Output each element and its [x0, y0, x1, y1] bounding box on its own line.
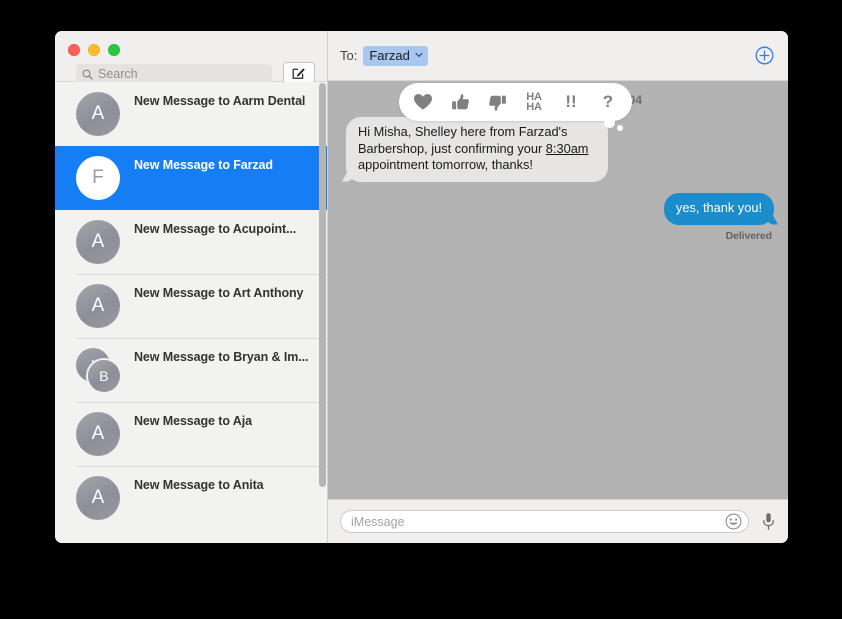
sidebar-toolbar: Search [55, 31, 327, 88]
avatar-initial: A [76, 92, 120, 136]
conversation-row-art-anthony[interactable]: A New Message to Art Anthony [55, 274, 327, 338]
conversation-title: New Message to Aarm Dental [134, 94, 306, 108]
close-window-button[interactable] [68, 44, 80, 56]
avatar-initial: F [76, 156, 120, 200]
conversation-pane: To: Farzad 104 Hi Misha, Shelley here fr… [328, 31, 788, 543]
tapback-picker[interactable]: HA HA !! ? [399, 83, 632, 121]
imessage-input[interactable]: iMessage [340, 510, 749, 533]
conversation-title: New Message to Farzad [134, 158, 273, 172]
tapback-exclamation-icon[interactable]: !! [560, 89, 582, 115]
messages-window: Search A New Message to Aarm Dental F Ne… [55, 31, 788, 543]
message-text-part-1: Hi Misha, Shelley here from Farzad's Bar… [358, 124, 568, 156]
conversation-text: New Message to Aarm Dental [134, 94, 327, 108]
message-row-sent: yes, thank you! Delivered [663, 193, 774, 242]
sidebar-scrollbar-thumb[interactable] [319, 83, 326, 487]
conversation-row-aarm-dental[interactable]: A New Message to Aarm Dental [55, 82, 327, 146]
tapback-exclamation-glyph: !! [565, 92, 577, 111]
avatar-initial: A [76, 284, 120, 328]
conversation-text: New Message to Aja [134, 414, 327, 428]
delivery-status: Delivered [725, 229, 772, 242]
avatar-initial: A [76, 220, 120, 264]
avatar: A [76, 92, 120, 136]
conversation-row-aja[interactable]: A New Message to Aja [55, 402, 327, 466]
conversation-row-anita[interactable]: A New Message to Anita [55, 466, 327, 530]
conversation-row-bryan-group[interactable]: I B New Message to Bryan & Im... [55, 338, 327, 402]
to-label: To: [340, 48, 358, 63]
messages-area: 104 Hi Misha, Shelley here from Farzad's… [328, 81, 788, 499]
search-icon [82, 69, 93, 80]
window-controls [68, 44, 120, 56]
plus-circle-icon[interactable] [755, 46, 774, 65]
tapback-question-icon[interactable]: ? [597, 89, 619, 115]
microphone-icon[interactable] [761, 512, 776, 531]
conversation-text: New Message to Anita [134, 478, 327, 492]
tapback-haha-icon[interactable]: HA HA [523, 89, 545, 115]
avatar-initial: A [76, 476, 120, 520]
search-placeholder: Search [98, 67, 138, 82]
conversation-text: New Message to Acupoint... [134, 222, 327, 236]
conversation-text: New Message to Art Anthony [134, 286, 327, 300]
minimize-window-button[interactable] [88, 44, 100, 56]
message-bubble-received[interactable]: Hi Misha, Shelley here from Farzad's Bar… [346, 117, 608, 182]
conversation-title: New Message to Bryan & Im... [134, 350, 309, 364]
message-time-link[interactable]: 8:30am [546, 141, 589, 156]
tapback-heart-icon[interactable] [412, 89, 434, 115]
sidebar: Search A New Message to Aarm Dental F Ne… [55, 31, 328, 543]
message-row-received: Hi Misha, Shelley here from Farzad's Bar… [346, 117, 608, 182]
zoom-window-button[interactable] [108, 44, 120, 56]
smiley-icon[interactable] [725, 513, 742, 530]
tapback-question-glyph: ? [602, 92, 614, 111]
conversation-text: New Message to Farzad [134, 158, 327, 172]
group-avatar: I B [76, 348, 120, 392]
message-bubble-sent[interactable]: yes, thank you! [663, 193, 774, 225]
sidebar-scrollbar[interactable] [318, 81, 327, 543]
conversation-row-acupoint[interactable]: A New Message to Acupoint... [55, 210, 327, 274]
conversation-title: New Message to Acupoint... [134, 222, 297, 236]
avatar: F [76, 156, 120, 200]
avatar-initial: B [88, 360, 120, 392]
conversation-title: New Message to Art Anthony [134, 286, 304, 300]
avatar: A [76, 412, 120, 456]
imessage-placeholder: iMessage [351, 514, 405, 529]
conversation-header: To: Farzad [328, 31, 788, 81]
avatar-initial: A [76, 412, 120, 456]
tapback-tail-large [604, 117, 615, 128]
conversation-list[interactable]: A New Message to Aarm Dental F New Messa… [55, 82, 327, 543]
conversation-row-farzad[interactable]: F New Message to Farzad [55, 146, 327, 210]
recipient-name: Farzad [369, 47, 410, 63]
avatar: A [76, 284, 120, 328]
chevron-down-icon[interactable] [415, 52, 423, 58]
conversation-title: New Message to Anita [134, 478, 264, 492]
conversation-text: New Message to Bryan & Im... [134, 350, 327, 364]
message-composer: iMessage [328, 499, 788, 543]
tapback-tail-small [617, 125, 623, 131]
avatar: A [76, 476, 120, 520]
conversation-title: New Message to Aja [134, 414, 252, 428]
avatar: A [76, 220, 120, 264]
tapback-haha-line-2: HA [526, 101, 542, 113]
recipient-token[interactable]: Farzad [363, 45, 428, 66]
message-text-part-2: appointment tomorrow, thanks! [358, 157, 533, 172]
tapback-thumbs-up-icon[interactable] [449, 89, 471, 115]
tapback-thumbs-down-icon[interactable] [486, 89, 508, 115]
